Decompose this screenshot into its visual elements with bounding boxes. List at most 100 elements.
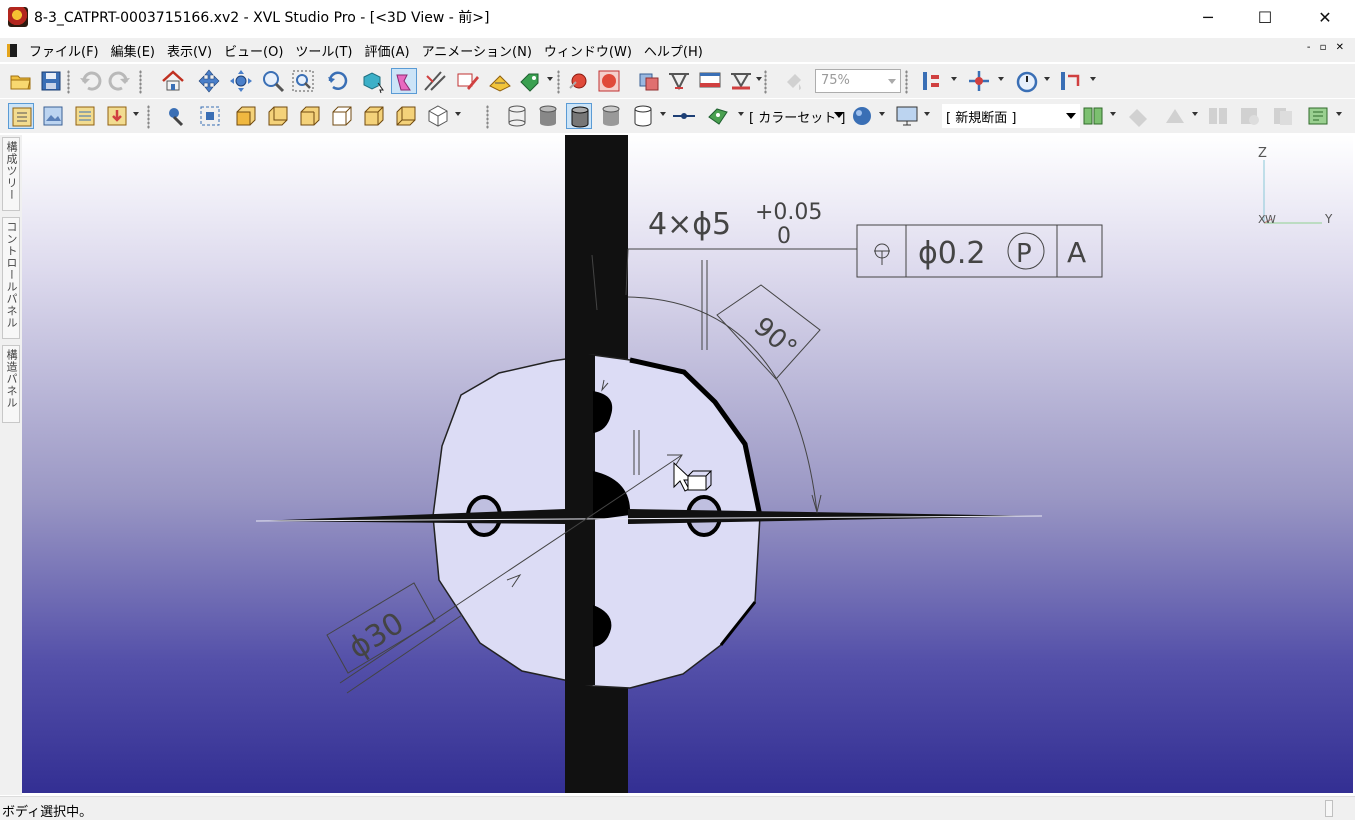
zoom-window-icon[interactable] xyxy=(290,68,316,94)
save-icon[interactable] xyxy=(38,68,64,94)
paint-icon[interactable] xyxy=(781,68,807,94)
close-button[interactable]: ✕ xyxy=(1297,0,1353,34)
section-selector-combo[interactable]: [ 新規断面 ] xyxy=(942,104,1080,128)
color-set-icon[interactable] xyxy=(706,103,732,129)
minimize-button[interactable]: ─ xyxy=(1180,0,1236,34)
menu-tools[interactable]: ツール(T) xyxy=(289,41,358,60)
zoom-level-combo[interactable]: 75% xyxy=(815,69,901,93)
section-export-icon[interactable] xyxy=(1305,103,1331,129)
route-icon[interactable] xyxy=(1058,68,1084,94)
wireframe-icon[interactable] xyxy=(504,103,530,129)
rotate-icon[interactable] xyxy=(228,68,254,94)
section-move-icon[interactable] xyxy=(1125,103,1151,129)
zoom-icon[interactable] xyxy=(260,68,286,94)
chevron-down-icon[interactable] xyxy=(834,112,844,118)
menu-file[interactable]: ファイル(F) xyxy=(23,41,105,60)
fit-all-icon[interactable] xyxy=(197,103,223,129)
tab-structure-tree[interactable]: 構成ツリー xyxy=(2,137,20,211)
section-flip-icon[interactable] xyxy=(1205,103,1231,129)
attribute-icon[interactable] xyxy=(518,68,544,94)
toolbar-grip[interactable] xyxy=(557,70,560,94)
view-front-icon[interactable] xyxy=(233,103,259,129)
clearance-icon[interactable] xyxy=(566,68,592,94)
tree-panel-icon[interactable] xyxy=(8,103,34,129)
color-set-dropdown[interactable]: [ カラーセット ] xyxy=(749,107,845,126)
explode-icon[interactable] xyxy=(920,68,946,94)
toolbar-grip[interactable] xyxy=(905,70,908,94)
cut-line-icon[interactable] xyxy=(666,68,692,94)
view-left-icon[interactable] xyxy=(297,103,323,129)
dropdown-caret-icon[interactable] xyxy=(547,77,553,81)
3d-scene[interactable]: 4×ϕ5 +0.05 0 ϕ0.2 P A 90° ϕ30 Z X W Y xyxy=(22,135,1353,793)
section-plane-icon[interactable] xyxy=(697,68,723,94)
measure-icon[interactable] xyxy=(487,68,513,94)
list-panel-icon[interactable] xyxy=(72,103,98,129)
transparent-icon[interactable] xyxy=(630,103,656,129)
section-cut-icon[interactable] xyxy=(728,68,754,94)
view-bottom-icon[interactable] xyxy=(393,103,419,129)
section-book-icon[interactable] xyxy=(1080,103,1106,129)
menu-window[interactable]: ウィンドウ(W) xyxy=(538,41,638,60)
tab-structure-panel[interactable]: 構造パネル xyxy=(2,345,20,423)
orbit-icon[interactable] xyxy=(164,103,190,129)
dropdown-caret-icon[interactable] xyxy=(1110,112,1116,116)
dropdown-caret-icon[interactable] xyxy=(1090,77,1096,81)
undo-icon[interactable] xyxy=(78,68,104,94)
view-top-icon[interactable] xyxy=(361,103,387,129)
dropdown-caret-icon[interactable] xyxy=(660,112,666,116)
toolbar-grip[interactable] xyxy=(486,105,489,129)
mdi-window-controls[interactable]: - ▫ ✕ xyxy=(1307,42,1347,53)
edge-display-icon[interactable] xyxy=(671,103,697,129)
view-iso-icon[interactable] xyxy=(425,103,451,129)
select-edge-icon[interactable] xyxy=(421,68,447,94)
monitor-icon[interactable] xyxy=(894,103,920,129)
toolbar-grip[interactable] xyxy=(764,70,767,94)
interference-icon[interactable] xyxy=(596,68,622,94)
open-folder-icon[interactable] xyxy=(8,68,34,94)
markup-icon[interactable] xyxy=(455,68,481,94)
dropdown-caret-icon[interactable] xyxy=(998,77,1004,81)
dropdown-caret-icon[interactable] xyxy=(133,112,139,116)
move-parts-icon[interactable] xyxy=(966,68,992,94)
menu-help[interactable]: ヘルプ(H) xyxy=(638,41,709,60)
dropdown-caret-icon[interactable] xyxy=(1192,112,1198,116)
tab-control-panel[interactable]: コントロールパネル xyxy=(2,217,20,339)
material-sphere-icon[interactable] xyxy=(849,103,875,129)
3d-viewport[interactable]: 4×ϕ5 +0.05 0 ϕ0.2 P A 90° ϕ30 Z X W Y xyxy=(22,135,1353,793)
menu-viewpoint[interactable]: ビュー(O) xyxy=(218,41,289,60)
select-part-icon[interactable] xyxy=(360,68,386,94)
dropdown-caret-icon[interactable] xyxy=(924,112,930,116)
section-view-icon[interactable] xyxy=(636,68,662,94)
dropdown-caret-icon[interactable] xyxy=(455,112,461,116)
dropdown-caret-icon[interactable] xyxy=(1336,112,1342,116)
toolbar-grip[interactable] xyxy=(147,105,150,129)
menu-edit[interactable]: 編集(E) xyxy=(105,41,161,60)
maximize-button[interactable]: ☐ xyxy=(1237,0,1293,34)
toolbar-grip[interactable] xyxy=(67,70,70,94)
import-icon[interactable] xyxy=(104,103,130,129)
section-reset-icon[interactable] xyxy=(1237,103,1263,129)
dropdown-caret-icon[interactable] xyxy=(951,77,957,81)
section-rotate-icon[interactable] xyxy=(1162,103,1188,129)
section-copy-icon[interactable] xyxy=(1270,103,1296,129)
image-panel-icon[interactable] xyxy=(40,103,66,129)
pan-icon[interactable] xyxy=(196,68,222,94)
toolbar-grip[interactable] xyxy=(139,70,142,94)
document-icon[interactable] xyxy=(7,43,17,57)
select-body-icon[interactable] xyxy=(391,68,417,94)
horizontal-plate-left[interactable] xyxy=(256,509,565,524)
view-right-icon[interactable] xyxy=(329,103,355,129)
dropdown-caret-icon[interactable] xyxy=(738,112,744,116)
hidden-line-icon[interactable] xyxy=(598,103,624,129)
home-view-icon[interactable] xyxy=(160,68,186,94)
dropdown-caret-icon[interactable] xyxy=(1044,77,1050,81)
timer-icon[interactable] xyxy=(1014,68,1040,94)
dropdown-caret-icon[interactable] xyxy=(879,112,885,116)
redo-icon[interactable] xyxy=(106,68,132,94)
menu-view[interactable]: 表示(V) xyxy=(161,41,218,60)
dropdown-caret-icon[interactable] xyxy=(756,77,762,81)
menu-animation[interactable]: アニメーション(N) xyxy=(416,41,538,60)
shaded-edges-icon[interactable] xyxy=(566,103,592,129)
shaded-icon[interactable] xyxy=(535,103,561,129)
menu-evaluate[interactable]: 評価(A) xyxy=(359,41,416,60)
